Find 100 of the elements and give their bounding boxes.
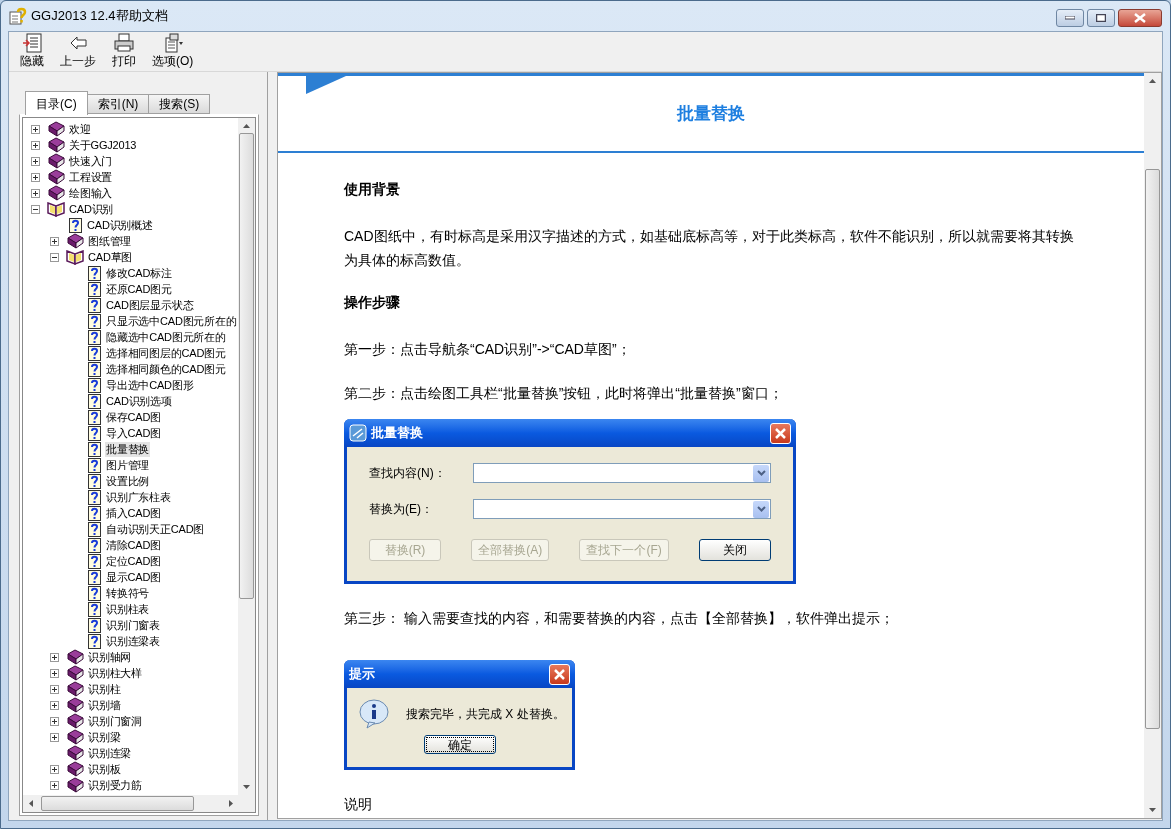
tree-item[interactable]: 只显示选中CAD图元所在的 [105, 313, 238, 329]
tree-item[interactable]: 欢迎 [68, 121, 92, 137]
tree-item[interactable]: 识别轴网 [87, 649, 133, 665]
expand-icon[interactable] [31, 188, 40, 198]
tree-item[interactable]: 识别受力筋 [87, 777, 143, 793]
tree-item[interactable]: CAD图层显示状态 [105, 297, 195, 313]
collapse-icon[interactable] [50, 252, 59, 262]
expand-icon[interactable] [50, 684, 59, 694]
expand-icon[interactable] [50, 780, 59, 790]
expand-icon[interactable] [50, 764, 59, 774]
help-page-icon [87, 472, 102, 490]
panel-arrow-icon [22, 33, 42, 53]
scroll-thumb[interactable] [1145, 169, 1160, 729]
collapse-icon[interactable] [31, 204, 40, 214]
tree-item[interactable]: 识别板 [87, 761, 122, 777]
tree-item[interactable]: 识别门窗表 [105, 617, 161, 633]
close-button[interactable] [1118, 9, 1162, 27]
expand-icon[interactable] [50, 652, 59, 662]
toolbar-button[interactable]: 上一步 [59, 33, 97, 69]
tree-item[interactable]: 绘图输入 [68, 185, 114, 201]
book-icon [66, 712, 84, 730]
tree-item[interactable]: CAD草图 [87, 249, 134, 265]
tree-item[interactable]: 导入CAD图 [105, 425, 163, 441]
paragraph: 说明 [344, 795, 373, 814]
scroll-up-icon [1149, 79, 1156, 83]
tree-item[interactable]: 识别梁 [87, 729, 122, 745]
open-book-icon [66, 248, 84, 266]
field-label: 替换为(E)： [369, 501, 434, 518]
window-title: GGJ2013 12.4帮助文档 [31, 7, 168, 26]
book-icon [66, 664, 84, 682]
tree-item[interactable]: CAD识别 [68, 201, 115, 217]
help-page-icon [87, 344, 102, 362]
tree-item[interactable]: 图纸管理 [87, 233, 133, 249]
expand-icon[interactable] [50, 668, 59, 678]
scroll-thumb[interactable] [41, 796, 194, 811]
tree-item[interactable]: 定位CAD图 [105, 553, 163, 569]
page-title: 批量替换 [677, 102, 745, 125]
tree-item[interactable]: 插入CAD图 [105, 505, 163, 521]
tree-item[interactable]: 选择相同图层的CAD图元 [105, 345, 227, 361]
tree-item[interactable]: 清除CAD图 [105, 537, 163, 553]
expand-icon[interactable] [31, 140, 40, 150]
tree-item[interactable]: 识别连梁 [87, 745, 133, 761]
toolbar-button[interactable]: 隐藏 [19, 33, 45, 69]
help-page-icon [87, 552, 102, 570]
expand-icon[interactable] [50, 732, 59, 742]
tab[interactable]: 索引(N) [87, 94, 150, 114]
horizontal-scrollbar[interactable] [23, 795, 255, 812]
maximize-button[interactable] [1087, 9, 1115, 27]
tree-item[interactable]: 关于GGJ2013 [68, 137, 138, 153]
tree-item[interactable]: 保存CAD图 [105, 409, 163, 425]
help-page-icon [87, 616, 102, 634]
dialog-title: 批量替换 [371, 424, 423, 443]
book-icon [66, 648, 84, 666]
ok-button[interactable]: 确定 [423, 735, 496, 754]
scroll-thumb[interactable] [239, 133, 254, 599]
combo-box[interactable] [473, 463, 771, 483]
tree-item[interactable]: 识别门窗洞 [87, 713, 143, 729]
tree-item[interactable]: 识别柱表 [105, 601, 151, 617]
tree-item[interactable]: 批量替换 [105, 441, 151, 457]
help-page-icon [87, 568, 102, 586]
close-icon [774, 426, 787, 440]
dialog-button[interactable]: 关闭 [699, 539, 771, 561]
tree-item[interactable]: CAD识别选项 [105, 393, 173, 409]
tree-item[interactable]: 快速入门 [68, 153, 114, 169]
tree-item[interactable]: 识别连梁表 [105, 633, 161, 649]
tree-item[interactable]: 隐藏选中CAD图元所在的 [105, 329, 227, 345]
tree-item[interactable]: CAD识别概述 [86, 217, 154, 233]
toolbar-button[interactable]: 选项(O) [151, 33, 195, 69]
expand-icon[interactable] [31, 172, 40, 182]
expand-icon[interactable] [50, 700, 59, 710]
tree-item[interactable]: 工程设置 [68, 169, 114, 185]
tree-item[interactable]: 还原CAD图元 [105, 281, 173, 297]
tab[interactable]: 目录(C) [25, 91, 88, 115]
help-page-icon [87, 488, 102, 506]
tree-item[interactable]: 识别柱 [87, 681, 122, 697]
book-icon [47, 120, 65, 138]
tree-item[interactable]: 显示CAD图 [105, 569, 163, 585]
vertical-scrollbar[interactable] [1144, 73, 1161, 818]
combo-box[interactable] [473, 499, 771, 519]
tree-item[interactable]: 导出选中CAD图形 [105, 377, 195, 393]
book-icon [66, 728, 84, 746]
vertical-scrollbar[interactable] [238, 118, 255, 795]
tree-item[interactable]: 识别墙 [87, 697, 122, 713]
tree-item[interactable]: 修改CAD标注 [105, 265, 173, 281]
tree-item[interactable]: 选择相同颜色的CAD图元 [105, 361, 227, 377]
expand-icon[interactable] [31, 156, 40, 166]
expand-icon[interactable] [50, 716, 59, 726]
book-icon [66, 776, 84, 794]
expand-icon[interactable] [50, 236, 59, 246]
toolbar-button[interactable]: 打印 [111, 33, 137, 69]
message-text: 搜索完毕，共完成 X 处替换。 [406, 705, 565, 723]
tree-item[interactable]: 设置比例 [105, 473, 151, 489]
tab[interactable]: 搜索(S) [149, 94, 211, 114]
tree-item[interactable]: 识别广东柱表 [105, 489, 172, 505]
tree-item[interactable]: 转换符号 [105, 585, 151, 601]
expand-icon[interactable] [31, 124, 40, 134]
tree-item[interactable]: 识别柱大样 [87, 665, 143, 681]
tree-item[interactable]: 图片管理 [105, 457, 151, 473]
tree-item[interactable]: 自动识别天正CAD图 [105, 521, 206, 537]
help-page-icon [87, 312, 102, 330]
